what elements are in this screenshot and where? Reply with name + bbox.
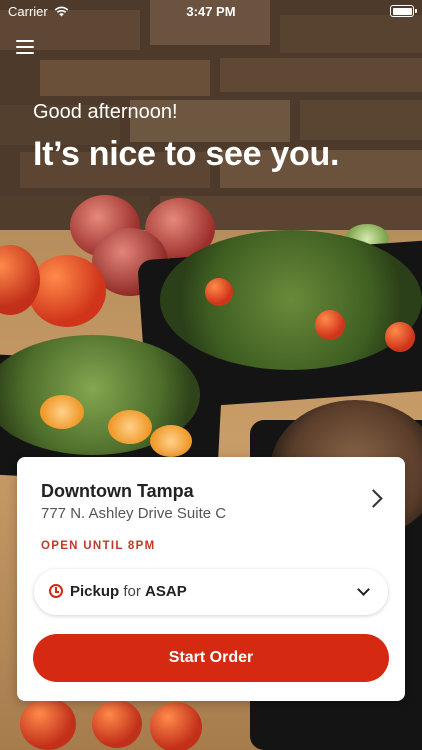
location-name: Downtown Tampa <box>41 481 194 501</box>
store-hours: OPEN UNTIL 8PM <box>41 540 156 552</box>
order-time: ASAP <box>145 583 187 600</box>
tomato-decoration <box>20 698 76 750</box>
location-selector[interactable]: Downtown Tampa 777 N. Ashley Drive Suite… <box>17 457 405 537</box>
start-order-button[interactable]: Start Order <box>33 634 389 682</box>
order-mode-dropdown[interactable]: Pickup for ASAP <box>34 569 388 615</box>
status-bar: Carrier 3:47 PM <box>0 0 422 22</box>
tomato-decoration <box>92 700 142 748</box>
menu-line <box>16 40 34 42</box>
tomato-decoration <box>315 310 345 340</box>
menu-line <box>16 52 34 54</box>
chevron-right-icon <box>364 489 383 508</box>
tomato-decoration <box>28 255 106 327</box>
tomato-decoration <box>205 278 233 306</box>
battery-icon <box>390 5 417 17</box>
orange-slice-decoration <box>150 425 192 457</box>
orange-slice-decoration <box>40 395 84 429</box>
welcome-headline: It’s nice to see you. <box>33 135 340 173</box>
location-card: Downtown Tampa 777 N. Ashley Drive Suite… <box>17 457 405 701</box>
greeting-text: Good afternoon! <box>33 101 178 123</box>
order-connector: for <box>123 583 141 600</box>
order-mode-label: Pickup for ASAP <box>70 583 187 600</box>
clock-time: 3:47 PM <box>186 4 236 19</box>
app-screen: Carrier 3:47 PM Good afternoon! It’s nic… <box>0 0 422 750</box>
stone-wall-texture <box>0 0 422 250</box>
menu-line <box>16 46 34 48</box>
clock-icon <box>49 584 63 598</box>
hamburger-menu-icon[interactable] <box>16 40 34 56</box>
salad-greens <box>160 230 422 370</box>
order-method: Pickup <box>70 583 120 600</box>
tomato-decoration <box>150 702 202 750</box>
chevron-down-icon <box>357 583 370 596</box>
location-address: 777 N. Ashley Drive Suite C <box>41 505 227 522</box>
orange-slice-decoration <box>108 410 152 444</box>
tomato-decoration <box>385 322 415 352</box>
